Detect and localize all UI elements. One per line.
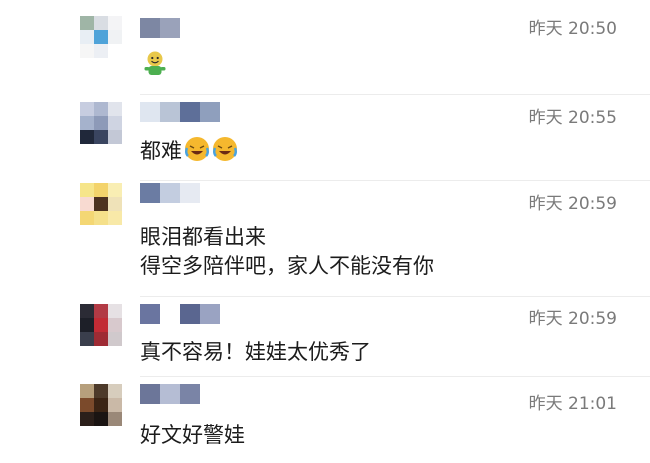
avatar-mosaic-tile (108, 183, 122, 197)
name-mosaic-tile (160, 183, 180, 203)
commenter-name-blurred[interactable] (140, 183, 200, 203)
smiling-green-figure-icon (144, 51, 166, 75)
comment-item: 昨天 20:55 都难 (0, 94, 650, 180)
comment-thread: 昨天 20:50 昨天 20:55 都难 昨天 20:59 眼泪都看出来 得空多… (0, 0, 650, 463)
comment-timestamp: 昨天 20:50 (528, 19, 617, 39)
avatar[interactable] (80, 183, 122, 225)
avatar-mosaic-tile (108, 304, 122, 318)
name-mosaic-tile (140, 102, 160, 122)
comment-text-content: 都难 (140, 139, 182, 163)
avatar-mosaic-tile (94, 102, 108, 116)
avatar-mosaic-tile (80, 30, 94, 44)
comment-text: 眼泪都看出来 得空多陪伴吧，家人不能没有你 (140, 223, 434, 281)
avatar-mosaic-tile (80, 332, 94, 346)
commenter-name-blurred[interactable] (140, 102, 220, 122)
avatar-mosaic-tile (108, 16, 122, 30)
comment-text-line: 眼泪都看出来 (140, 225, 266, 249)
name-mosaic-tile (160, 304, 180, 324)
name-mosaic-tile (200, 102, 220, 122)
name-mosaic-tile (140, 18, 160, 38)
comment-text: 都难 (140, 136, 238, 170)
avatar[interactable] (80, 304, 122, 346)
crying-laughing-face-icon (212, 136, 238, 170)
comment-item: 昨天 20:59 眼泪都看出来 得空多陪伴吧，家人不能没有你 (0, 180, 650, 296)
name-mosaic-tile (180, 384, 200, 404)
comment-item: 昨天 20:59 真不容易！娃娃太优秀了 (0, 296, 650, 376)
avatar-mosaic-tile (94, 130, 108, 144)
avatar-mosaic-tile (80, 102, 94, 116)
avatar-mosaic-tile (108, 412, 122, 426)
comment-timestamp: 昨天 20:59 (528, 194, 617, 214)
comment-timestamp: 昨天 21:01 (528, 394, 617, 414)
avatar-mosaic-tile (108, 197, 122, 211)
avatar-mosaic-tile (80, 318, 94, 332)
avatar-mosaic-tile (94, 16, 108, 30)
avatar-mosaic-tile (80, 211, 94, 225)
name-mosaic-tile (160, 18, 180, 38)
avatar-mosaic-tile (80, 16, 94, 30)
commenter-name-blurred[interactable] (140, 18, 180, 38)
avatar-mosaic-tile (108, 318, 122, 332)
avatar-mosaic-tile (94, 398, 108, 412)
avatar-mosaic-tile (94, 44, 108, 58)
avatar-mosaic-tile (94, 412, 108, 426)
avatar-mosaic-tile (108, 30, 122, 44)
comment-timestamp: 昨天 20:55 (528, 108, 617, 128)
avatar-mosaic-tile (80, 116, 94, 130)
avatar-mosaic-tile (80, 412, 94, 426)
avatar-mosaic-tile (94, 197, 108, 211)
name-mosaic-tile (200, 304, 220, 324)
avatar-mosaic-tile (94, 183, 108, 197)
avatar-mosaic-tile (108, 384, 122, 398)
avatar-mosaic-tile (108, 130, 122, 144)
avatar-mosaic-tile (80, 44, 94, 58)
avatar-mosaic-tile (108, 116, 122, 130)
avatar-mosaic-tile (94, 211, 108, 225)
commenter-name-blurred[interactable] (140, 304, 220, 324)
name-mosaic-tile (160, 102, 180, 122)
avatar-mosaic-tile (80, 398, 94, 412)
avatar[interactable] (80, 16, 122, 58)
avatar-mosaic-tile (94, 318, 108, 332)
crying-laughing-face-icon (184, 136, 210, 170)
name-mosaic-tile (180, 183, 200, 203)
avatar-mosaic-tile (108, 102, 122, 116)
name-mosaic-tile (160, 384, 180, 404)
name-mosaic-tile (180, 102, 200, 122)
commenter-name-blurred[interactable] (140, 384, 200, 404)
name-mosaic-tile (140, 304, 160, 324)
avatar-mosaic-tile (94, 30, 108, 44)
avatar-mosaic-tile (108, 211, 122, 225)
avatar-mosaic-tile (80, 197, 94, 211)
avatar-mosaic-tile (80, 183, 94, 197)
avatar-mosaic-tile (80, 384, 94, 398)
avatar-mosaic-tile (108, 332, 122, 346)
avatar-mosaic-tile (94, 332, 108, 346)
comment-item: 昨天 20:50 (0, 0, 650, 94)
comment-text: 好文好警娃 (140, 423, 245, 447)
avatar-mosaic-tile (108, 398, 122, 412)
avatar[interactable] (80, 384, 122, 426)
avatar-mosaic-tile (80, 304, 94, 318)
comment-text-line: 得空多陪伴吧，家人不能没有你 (140, 254, 434, 278)
avatar-mosaic-tile (80, 130, 94, 144)
name-mosaic-tile (140, 384, 160, 404)
avatar-mosaic-tile (108, 44, 122, 58)
name-mosaic-tile (180, 304, 200, 324)
avatar[interactable] (80, 102, 122, 144)
comment-timestamp: 昨天 20:59 (528, 309, 617, 329)
avatar-mosaic-tile (94, 304, 108, 318)
sticker-emoji (140, 48, 170, 82)
name-mosaic-tile (140, 183, 160, 203)
comment-item: 昨天 21:01 好文好警娃 (0, 376, 650, 463)
avatar-mosaic-tile (94, 116, 108, 130)
avatar-mosaic-tile (94, 384, 108, 398)
comment-text: 真不容易！娃娃太优秀了 (140, 340, 371, 364)
